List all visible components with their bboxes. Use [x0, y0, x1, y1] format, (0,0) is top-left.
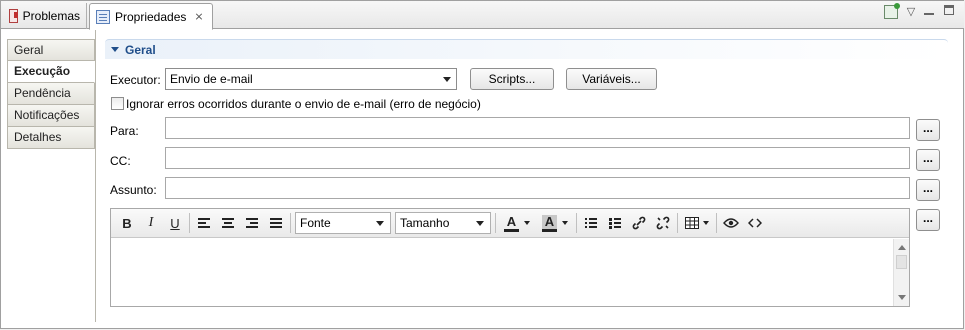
para-field[interactable] [165, 117, 910, 139]
table-button[interactable] [680, 212, 714, 234]
table-icon [685, 217, 699, 229]
editor-browse-button[interactable]: ... [916, 209, 940, 231]
separator [576, 213, 577, 233]
collapse-icon [111, 47, 119, 52]
section-title: Geral [125, 42, 156, 57]
link-icon[interactable] [627, 212, 651, 234]
preview-eye-icon[interactable] [719, 212, 743, 234]
editor-scrollbar[interactable] [893, 239, 909, 306]
message-editor: B I U Fonte Tamanho A A [110, 208, 910, 307]
executor-value: Envio de e-mail [170, 72, 253, 86]
para-browse-button[interactable]: ... [916, 119, 940, 141]
separator [677, 213, 678, 233]
separator [495, 213, 496, 233]
ignore-errors-label: Ignorar erros ocorridos durante o envio … [126, 97, 481, 111]
nav-item-pendencia[interactable]: Pendência [7, 83, 95, 105]
underline-button[interactable]: U [163, 212, 187, 234]
minimize-icon[interactable] [924, 5, 938, 19]
variables-button[interactable]: Variáveis... [566, 68, 657, 90]
pin-icon[interactable] [884, 3, 900, 19]
nav-item-detalhes[interactable]: Detalhes [7, 127, 95, 149]
editor-toolbar: B I U Fonte Tamanho A A [111, 209, 909, 238]
source-code-icon[interactable] [743, 212, 767, 234]
separator [189, 213, 190, 233]
text-color-button[interactable]: A [498, 212, 536, 234]
font-select-label: Fonte [300, 216, 331, 230]
cc-label: CC: [110, 154, 131, 168]
bullet-list-icon[interactable] [579, 212, 603, 234]
align-left-icon[interactable] [192, 212, 216, 234]
chevron-down-icon [476, 221, 484, 226]
chevron-down-icon [524, 221, 531, 225]
cc-field[interactable] [165, 147, 910, 169]
background-color-icon: A [541, 214, 558, 232]
chevron-down-icon [703, 221, 709, 225]
view-menu-icon[interactable]: ▽ [904, 5, 918, 19]
text-color-icon: A [503, 214, 520, 232]
nav-item-geral[interactable]: Geral [7, 39, 95, 61]
properties-nav: Geral Execução Pendência Notificações De… [7, 39, 95, 149]
chevron-down-icon [376, 221, 384, 226]
view-toolbar: ▽ [884, 3, 958, 19]
align-right-icon[interactable] [240, 212, 264, 234]
tab-problems[interactable]: Problemas [3, 3, 87, 29]
scripts-button[interactable]: Scripts... [470, 68, 554, 90]
executor-select[interactable]: Envio de e-mail [165, 68, 457, 90]
section-header-geral[interactable]: Geral [105, 39, 948, 59]
scroll-thumb[interactable] [896, 255, 907, 269]
assunto-label: Assunto: [110, 183, 157, 197]
tab-properties[interactable]: Propriedades ⨯ [89, 3, 213, 30]
align-center-icon[interactable] [216, 212, 240, 234]
separator [716, 213, 717, 233]
nav-item-notificacoes[interactable]: Notificações [7, 105, 95, 127]
assunto-browse-button[interactable]: ... [916, 179, 940, 201]
executor-label: Executor: [110, 73, 161, 87]
view-tab-bar: Problemas Propriedades ⨯ ▽ [1, 1, 964, 30]
chevron-down-icon [562, 221, 569, 225]
properties-view: Problemas Propriedades ⨯ ▽ Geral Execuçã… [0, 0, 964, 329]
chevron-down-icon [443, 77, 451, 82]
unlink-icon[interactable] [651, 212, 675, 234]
tab-properties-label: Propriedades [115, 9, 187, 24]
tab-problems-label: Problemas [22, 9, 80, 23]
close-icon[interactable]: ⨯ [194, 10, 203, 23]
nav-item-execucao[interactable]: Execução [7, 61, 95, 83]
scroll-up-icon[interactable] [898, 245, 906, 250]
italic-button[interactable]: I [139, 212, 163, 234]
maximize-icon[interactable] [944, 5, 958, 19]
size-select-label: Tamanho [400, 216, 450, 230]
font-select[interactable]: Fonte [295, 212, 391, 234]
numbered-list-icon[interactable] [603, 212, 627, 234]
background-color-button[interactable]: A [536, 212, 574, 234]
assunto-field[interactable] [165, 177, 910, 199]
size-select[interactable]: Tamanho [395, 212, 491, 234]
problems-icon [9, 9, 18, 23]
ignore-errors-checkbox[interactable] [111, 97, 124, 110]
para-label: Para: [110, 124, 139, 138]
align-justify-icon[interactable] [264, 212, 288, 234]
properties-icon [96, 9, 110, 24]
bold-button[interactable]: B [115, 212, 139, 234]
cc-browse-button[interactable]: ... [916, 149, 940, 171]
separator [290, 213, 291, 233]
scroll-down-icon[interactable] [898, 295, 906, 300]
